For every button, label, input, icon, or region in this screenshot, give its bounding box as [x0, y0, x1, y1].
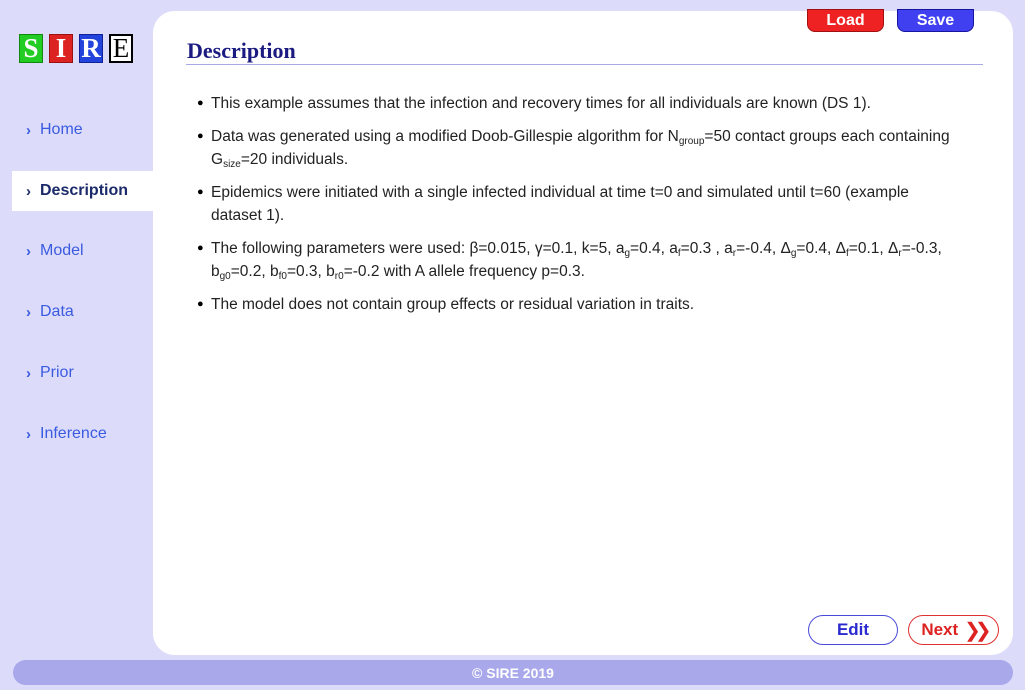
logo-letter-r: R: [79, 34, 103, 63]
logo-letter-e: E: [109, 34, 133, 63]
load-button[interactable]: Load: [807, 9, 884, 32]
chevron-right-icon: ›: [26, 182, 31, 200]
sidebar-item-label: Home: [40, 121, 83, 138]
edit-button[interactable]: Edit: [808, 615, 898, 645]
list-item: The model does not contain group effects…: [197, 293, 957, 316]
sidebar-item-inference[interactable]: › Inference: [12, 414, 153, 454]
list-item: This example assumes that the infection …: [197, 92, 957, 115]
save-button[interactable]: Save: [897, 9, 974, 32]
sire-logo: S I R E: [19, 34, 133, 63]
description-list: This example assumes that the infection …: [197, 92, 957, 326]
chevron-right-icon: ›: [26, 303, 31, 321]
chevron-right-icon: ›: [26, 121, 31, 139]
sidebar-item-label: Prior: [40, 364, 74, 381]
sidebar-item-home[interactable]: › Home: [12, 110, 153, 150]
sidebar-item-label: Inference: [40, 425, 107, 442]
sidebar-item-label: Data: [40, 303, 74, 320]
page-title: Description: [187, 38, 296, 63]
chevron-right-icon: ›: [26, 364, 31, 382]
copyright-text: © SIRE 2019: [472, 664, 554, 681]
sidebar-item-prior[interactable]: › Prior: [12, 353, 153, 393]
chevron-right-icon: ›: [26, 242, 31, 260]
sidebar-item-data[interactable]: › Data: [12, 292, 153, 332]
next-button[interactable]: Next ❯❯: [908, 615, 999, 645]
sidebar-item-description[interactable]: › Description: [12, 171, 153, 211]
logo-letter-i: I: [49, 34, 73, 63]
sidebar-item-model[interactable]: › Model: [12, 231, 153, 271]
edit-button-label: Edit: [836, 620, 870, 639]
logo-letter-s: S: [19, 34, 43, 63]
footer: © SIRE 2019: [13, 660, 1013, 685]
chevron-right-icon: ›: [26, 425, 31, 443]
sidebar-item-label: Description: [40, 182, 129, 199]
list-item: Epidemics were initiated with a single i…: [197, 181, 957, 227]
title-divider: [186, 64, 983, 65]
next-button-label: Next: [921, 620, 959, 639]
double-chevron-right-icon: ❯❯: [964, 619, 991, 642]
list-item: Data was generated using a modified Doob…: [197, 125, 957, 171]
list-item: The following parameters were used: β=0.…: [197, 237, 957, 283]
sidebar-item-label: Model: [40, 242, 84, 259]
